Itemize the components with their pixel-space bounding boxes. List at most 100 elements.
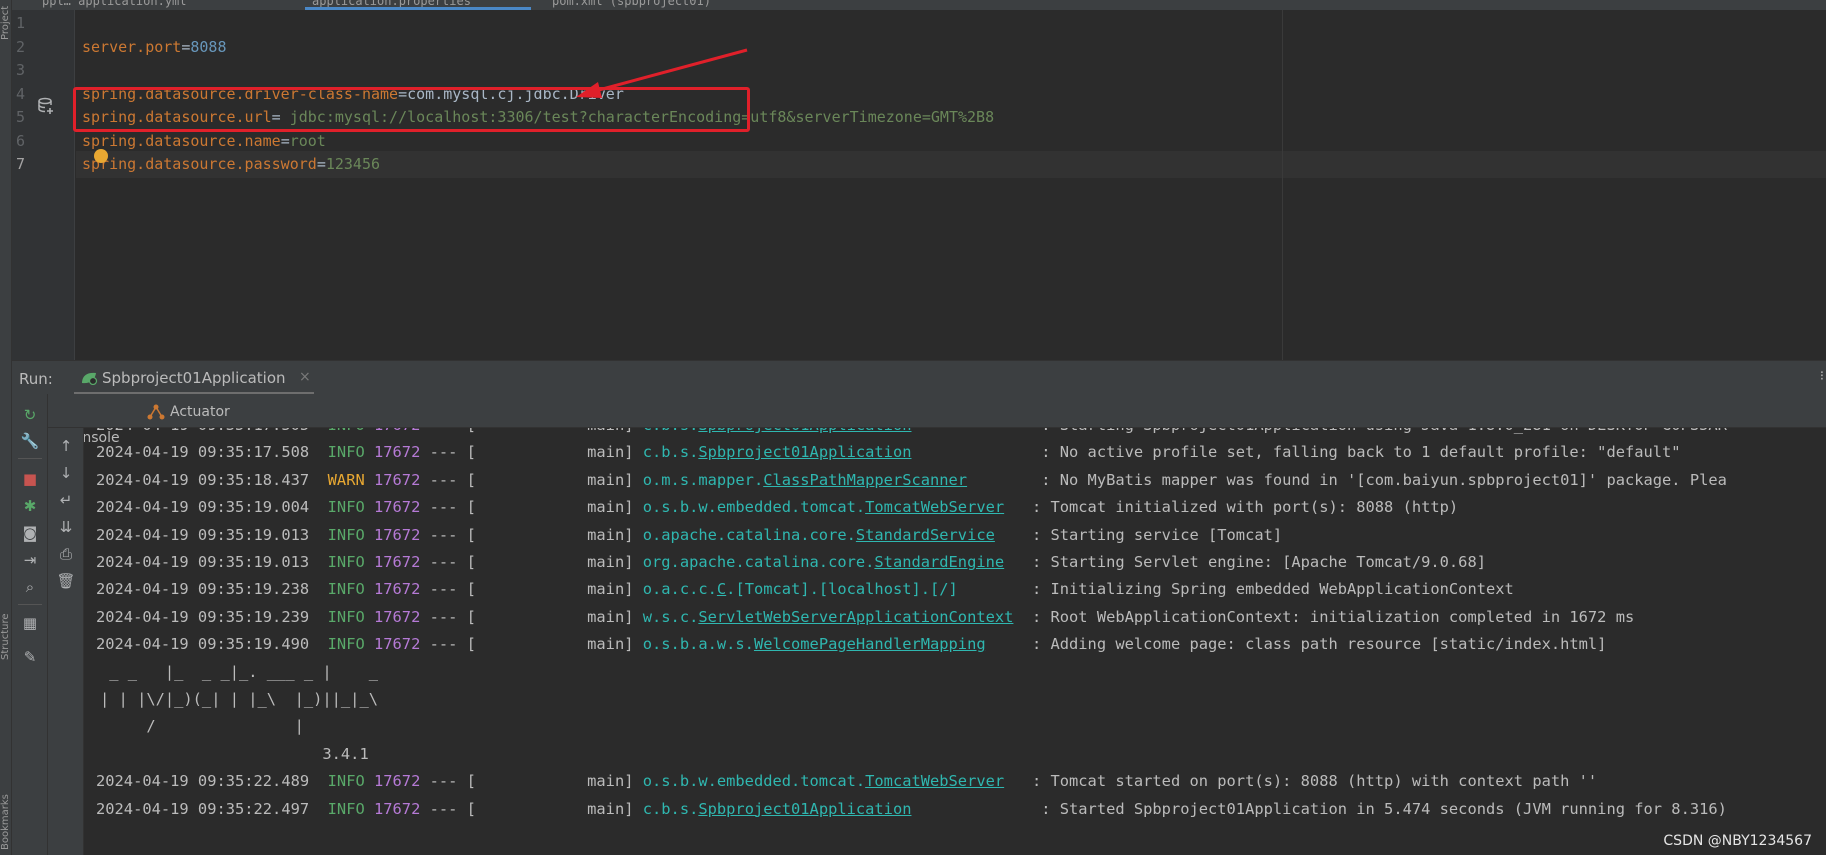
close-tab-icon[interactable]: × bbox=[299, 369, 311, 385]
log-message: : Initializing Spring embedded WebApplic… bbox=[1022, 580, 1514, 599]
code-line-server-port[interactable]: server.port=8088 bbox=[82, 34, 1826, 61]
console-log-line: 2024-04-19 09:35:22.489 INFO 17672 --- [… bbox=[96, 768, 1597, 795]
line-number-current: 7 bbox=[16, 155, 26, 173]
exit-icon[interactable]: ⇥ bbox=[20, 550, 40, 570]
code-line-datasource-password[interactable]: spring.datasource.password=123456 bbox=[76, 151, 1826, 178]
console-log-line: 2024-04-19 09:35:22.497 INFO 17672 --- [… bbox=[96, 796, 1727, 823]
property-key: spring.datasource.name bbox=[82, 132, 281, 150]
log-pid: 17672 bbox=[374, 580, 421, 599]
log-separator: --- [ bbox=[420, 799, 486, 818]
log-logger[interactable]: org.apache.catalina.core.StandardEngine bbox=[643, 553, 1023, 571]
tab-actuator[interactable]: Actuator bbox=[146, 402, 230, 422]
code-editor[interactable]: 1 2 3 4 5 6 7 server.port=8088 spring.da… bbox=[12, 10, 1826, 360]
log-logger-class-link[interactable]: WelcomePageHandlerMapping bbox=[754, 635, 986, 653]
settings-icon[interactable]: ⁝ bbox=[1820, 369, 1824, 384]
log-thread: main] bbox=[485, 525, 643, 544]
log-thread: main] bbox=[485, 428, 643, 434]
log-separator: --- [ bbox=[420, 772, 486, 791]
log-thread: main] bbox=[485, 580, 643, 599]
log-logger[interactable]: c.b.s.Spbproject01Application bbox=[643, 443, 1032, 461]
trash-icon[interactable]: 🗑 bbox=[56, 571, 76, 591]
console-log-line: 2024-04-19 09:35:17.508 INFO 17672 --- [… bbox=[96, 439, 1681, 466]
property-separator: = bbox=[316, 155, 326, 173]
console-log-line: 2024-04-19 09:35:19.490 INFO 17672 --- [… bbox=[96, 631, 1606, 658]
log-timestamp: 2024-04-19 09:35:19.238 bbox=[96, 580, 328, 599]
log-logger[interactable]: w.s.c.ServletWebServerApplicationContext bbox=[643, 608, 1023, 626]
log-logger-class-link[interactable]: TomcatWebServer bbox=[865, 498, 1004, 516]
scroll-to-end-icon[interactable]: ⇊ bbox=[56, 517, 76, 537]
log-separator: --- [ bbox=[420, 635, 486, 654]
log-logger-class-link[interactable]: Spbproject01Application bbox=[698, 428, 911, 434]
log-logger-class-link[interactable]: StandardEngine bbox=[874, 553, 1004, 571]
pin-icon[interactable]: ✎ bbox=[20, 647, 40, 667]
log-separator: --- [ bbox=[420, 443, 486, 462]
layout-icon[interactable]: ▦ bbox=[20, 613, 40, 633]
log-pid: 17672 bbox=[374, 553, 421, 571]
print-icon[interactable]: ⎙ bbox=[56, 544, 76, 564]
log-pid: 17672 bbox=[374, 525, 421, 544]
log-message: : No MyBatis mapper was found in '[com.b… bbox=[1031, 470, 1727, 489]
inspect-icon[interactable]: ⌕ bbox=[20, 577, 40, 597]
log-level: INFO bbox=[327, 498, 374, 517]
log-level: INFO bbox=[327, 553, 374, 571]
log-logger-class-link[interactable]: TomcatWebServer bbox=[865, 772, 1004, 790]
property-value: 123456 bbox=[325, 155, 381, 173]
rerun-icon[interactable]: ↻ bbox=[20, 405, 40, 425]
editor-tab[interactable]: ppl… application.yml bbox=[42, 0, 187, 8]
log-logger-class-link[interactable]: ClassPathMapperScanner bbox=[763, 471, 967, 489]
right-margin-guide bbox=[1282, 10, 1283, 360]
structure-tool-label[interactable]: Structure bbox=[0, 600, 12, 660]
log-message: : Root WebApplicationContext: initializa… bbox=[1022, 607, 1635, 626]
log-logger[interactable]: o.s.b.a.w.s.WelcomePageHandlerMapping bbox=[643, 635, 1023, 653]
wrench-icon[interactable]: 🔧 bbox=[20, 431, 40, 451]
editor-tab[interactable]: pom.xml (spbproject01) bbox=[552, 0, 711, 8]
spring-banner-line: 3.4.1 bbox=[100, 744, 369, 763]
log-separator: --- [ bbox=[420, 525, 486, 544]
actuator-icon bbox=[147, 404, 165, 420]
log-logger[interactable]: o.apache.catalina.core.StandardService bbox=[643, 526, 1023, 544]
property-key: server.port bbox=[82, 38, 182, 56]
log-logger-class-link[interactable]: ServletWebServerApplicationContext bbox=[698, 608, 1013, 626]
camera-icon[interactable]: ◙ bbox=[20, 523, 40, 543]
log-logger[interactable]: c.b.s.Spbproject01Application bbox=[643, 800, 1032, 818]
left-tool-strip: Project Structure Bookmarks bbox=[0, 0, 12, 855]
property-separator: = bbox=[280, 132, 290, 150]
console-log-line: 2024-04-19 09:35:18.437 WARN 17672 --- [… bbox=[96, 467, 1727, 494]
log-logger[interactable]: o.m.s.mapper.ClassPathMapperScanner bbox=[643, 471, 1032, 489]
log-logger-class-link[interactable]: C bbox=[717, 580, 726, 598]
log-level: INFO bbox=[327, 772, 374, 791]
log-level: WARN bbox=[327, 470, 374, 489]
log-logger-class-link[interactable]: StandardService bbox=[856, 526, 995, 544]
editor-tab-bar: ppl… application.yml application.propert… bbox=[12, 0, 1826, 10]
log-pid: 17672 bbox=[374, 607, 421, 626]
spring-boot-icon bbox=[82, 372, 98, 385]
stop-icon[interactable]: ■ bbox=[20, 469, 40, 489]
debug-icon[interactable]: ✱ bbox=[20, 496, 40, 516]
log-logger-class-link[interactable]: Spbproject01Application bbox=[698, 443, 911, 461]
project-tool-label[interactable]: Project bbox=[0, 0, 12, 40]
arrow-down-icon[interactable]: ↓ bbox=[56, 463, 76, 483]
log-timestamp: 2024-04-19 09:35:19.004 bbox=[96, 498, 328, 517]
log-logger[interactable]: o.a.c.c.C.[Tomcat].[localhost].[/] bbox=[643, 580, 1023, 598]
run-config-tab[interactable]: Spbproject01Application × bbox=[74, 361, 314, 395]
run-toolbar-primary: ↻ 🔧 ■ ✱ ◙ ⇥ ⌕ ▦ ✎ bbox=[12, 394, 48, 855]
bookmarks-tool-label[interactable]: Bookmarks bbox=[0, 770, 12, 850]
console-output[interactable]: 2024-04-19 09:35:17.505 INFO 17672 --- [… bbox=[96, 428, 1826, 855]
log-timestamp: 2024-04-19 09:35:19.013 bbox=[96, 553, 328, 571]
log-logger[interactable]: o.s.b.w.embedded.tomcat.TomcatWebServer bbox=[643, 498, 1023, 516]
database-driver-icon[interactable] bbox=[37, 97, 55, 115]
log-logger[interactable]: o.s.b.w.embedded.tomcat.TomcatWebServer bbox=[643, 772, 1023, 790]
arrow-up-icon[interactable]: ↑ bbox=[56, 436, 76, 456]
log-thread: main] bbox=[485, 799, 643, 818]
soft-wrap-icon[interactable]: ↵ bbox=[56, 490, 76, 510]
log-logger-class-link[interactable]: Spbproject01Application bbox=[698, 800, 911, 818]
tab-actuator-label: Actuator bbox=[170, 404, 230, 420]
log-separator: --- [ bbox=[420, 428, 485, 434]
lightbulb-icon[interactable] bbox=[94, 149, 108, 163]
log-message: : Adding welcome page: class path resour… bbox=[1022, 635, 1607, 654]
watermark: CSDN @NBY1234567 bbox=[1663, 833, 1812, 849]
log-pid: 17672 bbox=[374, 498, 421, 517]
log-timestamp: 2024-04-19 09:35:22.489 bbox=[96, 772, 328, 791]
log-level: INFO bbox=[327, 607, 374, 626]
log-logger[interactable]: c.b.s.Spbproject01Application bbox=[643, 428, 1032, 434]
